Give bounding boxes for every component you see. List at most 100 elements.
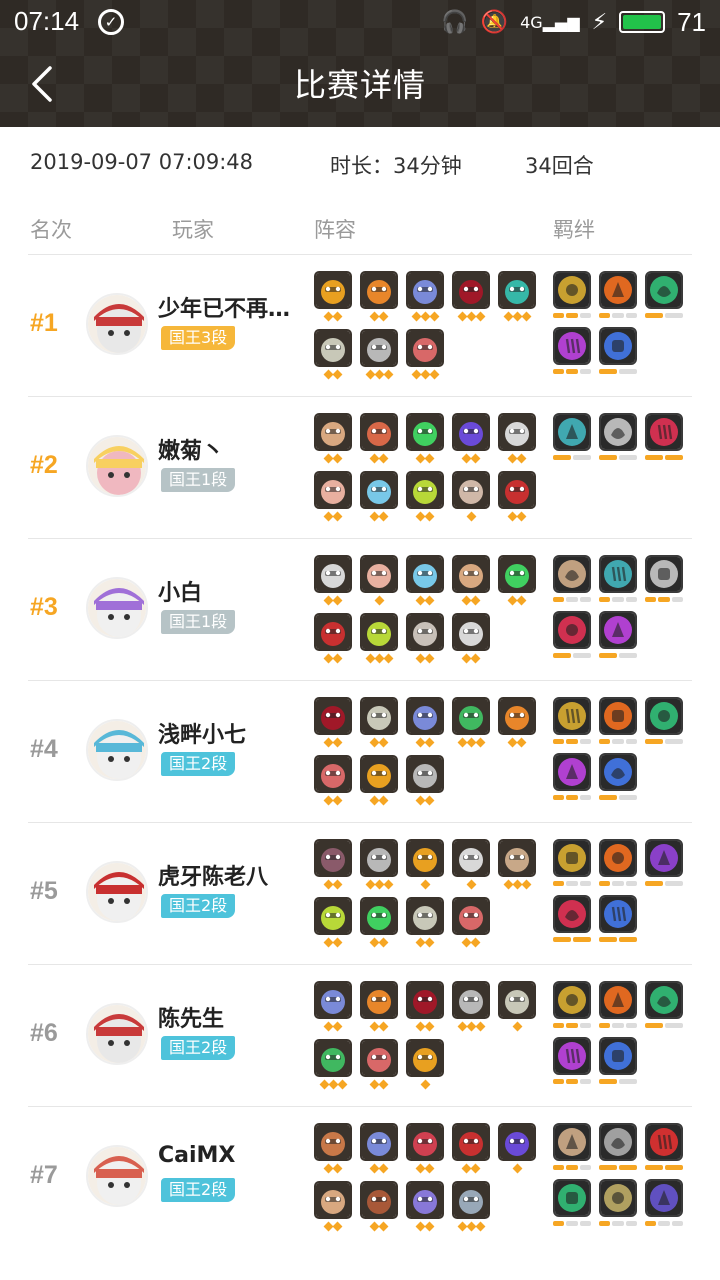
bond-emblem-icon[interactable] — [553, 1037, 591, 1075]
bond-emblem-icon[interactable] — [553, 1179, 591, 1217]
unit-portrait-icon[interactable] — [406, 839, 444, 877]
unit-portrait-icon[interactable] — [452, 613, 490, 651]
unit-portrait-icon[interactable] — [360, 329, 398, 367]
unit-portrait-icon[interactable] — [314, 1123, 352, 1161]
bond-emblem-icon[interactable] — [599, 895, 637, 933]
unit-portrait-icon[interactable] — [314, 839, 352, 877]
avatar[interactable] — [86, 719, 148, 781]
unit-portrait-icon[interactable] — [314, 697, 352, 735]
avatar[interactable] — [86, 1145, 148, 1207]
unit-portrait-icon[interactable] — [452, 1123, 490, 1161]
unit-portrait-icon[interactable] — [406, 613, 444, 651]
player-row[interactable]: #7 CaiMX 国王2段 — [28, 1106, 692, 1248]
unit-portrait-icon[interactable] — [360, 897, 398, 935]
unit-portrait-icon[interactable] — [406, 471, 444, 509]
unit-portrait-icon[interactable] — [406, 755, 444, 793]
bond-emblem-icon[interactable] — [645, 555, 683, 593]
bond-emblem-icon[interactable] — [645, 1123, 683, 1161]
bond-emblem-icon[interactable] — [599, 555, 637, 593]
unit-portrait-icon[interactable] — [498, 981, 536, 1019]
unit-portrait-icon[interactable] — [314, 271, 352, 309]
unit-portrait-icon[interactable] — [314, 897, 352, 935]
bond-emblem-icon[interactable] — [553, 753, 591, 791]
bond-emblem-icon[interactable] — [645, 981, 683, 1019]
unit-portrait-icon[interactable] — [498, 839, 536, 877]
unit-portrait-icon[interactable] — [406, 1039, 444, 1077]
bond-emblem-icon[interactable] — [599, 1179, 637, 1217]
unit-portrait-icon[interactable] — [498, 271, 536, 309]
unit-portrait-icon[interactable] — [360, 755, 398, 793]
unit-portrait-icon[interactable] — [314, 1039, 352, 1077]
bond-emblem-icon[interactable] — [553, 611, 591, 649]
bond-emblem-icon[interactable] — [599, 839, 637, 877]
unit-portrait-icon[interactable] — [360, 1039, 398, 1077]
bond-emblem-icon[interactable] — [553, 697, 591, 735]
unit-portrait-icon[interactable] — [452, 897, 490, 935]
unit-portrait-icon[interactable] — [452, 1181, 490, 1219]
unit-portrait-icon[interactable] — [314, 981, 352, 1019]
unit-portrait-icon[interactable] — [314, 555, 352, 593]
unit-portrait-icon[interactable] — [406, 413, 444, 451]
unit-portrait-icon[interactable] — [406, 271, 444, 309]
bond-emblem-icon[interactable] — [645, 271, 683, 309]
bond-emblem-icon[interactable] — [553, 413, 591, 451]
player-row[interactable]: #2 嫩菊丶 国王1段 — [28, 396, 692, 538]
bond-emblem-icon[interactable] — [599, 697, 637, 735]
avatar[interactable] — [86, 577, 148, 639]
bond-emblem-icon[interactable] — [553, 327, 591, 365]
unit-portrait-icon[interactable] — [498, 471, 536, 509]
unit-portrait-icon[interactable] — [498, 1123, 536, 1161]
unit-portrait-icon[interactable] — [452, 555, 490, 593]
unit-portrait-icon[interactable] — [452, 981, 490, 1019]
bond-emblem-icon[interactable] — [553, 1123, 591, 1161]
unit-portrait-icon[interactable] — [314, 413, 352, 451]
unit-portrait-icon[interactable] — [406, 981, 444, 1019]
bond-emblem-icon[interactable] — [553, 895, 591, 933]
bond-emblem-icon[interactable] — [599, 1123, 637, 1161]
bond-emblem-icon[interactable] — [599, 981, 637, 1019]
unit-portrait-icon[interactable] — [360, 839, 398, 877]
unit-portrait-icon[interactable] — [452, 413, 490, 451]
avatar[interactable] — [86, 293, 148, 355]
unit-portrait-icon[interactable] — [406, 329, 444, 367]
player-row[interactable]: #5 虎牙陈老八 国王2段 — [28, 822, 692, 964]
unit-portrait-icon[interactable] — [406, 697, 444, 735]
unit-portrait-icon[interactable] — [360, 1181, 398, 1219]
unit-portrait-icon[interactable] — [360, 697, 398, 735]
bond-emblem-icon[interactable] — [599, 327, 637, 365]
player-row[interactable]: #4 浅畔小七 国王2段 — [28, 680, 692, 822]
bond-emblem-icon[interactable] — [599, 1037, 637, 1075]
unit-portrait-icon[interactable] — [406, 555, 444, 593]
unit-portrait-icon[interactable] — [314, 755, 352, 793]
unit-portrait-icon[interactable] — [452, 697, 490, 735]
unit-portrait-icon[interactable] — [498, 697, 536, 735]
unit-portrait-icon[interactable] — [452, 471, 490, 509]
bond-emblem-icon[interactable] — [599, 271, 637, 309]
unit-portrait-icon[interactable] — [360, 471, 398, 509]
avatar[interactable] — [86, 1003, 148, 1065]
unit-portrait-icon[interactable] — [360, 613, 398, 651]
unit-portrait-icon[interactable] — [406, 1123, 444, 1161]
bond-emblem-icon[interactable] — [645, 697, 683, 735]
unit-portrait-icon[interactable] — [314, 1181, 352, 1219]
unit-portrait-icon[interactable] — [314, 613, 352, 651]
bond-emblem-icon[interactable] — [645, 839, 683, 877]
unit-portrait-icon[interactable] — [360, 413, 398, 451]
avatar[interactable] — [86, 861, 148, 923]
bond-emblem-icon[interactable] — [599, 413, 637, 451]
avatar[interactable] — [86, 435, 148, 497]
unit-portrait-icon[interactable] — [452, 839, 490, 877]
unit-portrait-icon[interactable] — [360, 1123, 398, 1161]
bond-emblem-icon[interactable] — [599, 611, 637, 649]
player-row[interactable]: #1 少年已不再… 国王3段 — [28, 254, 692, 396]
player-row[interactable]: #3 小白 国王1段 — [28, 538, 692, 680]
bond-emblem-icon[interactable] — [553, 555, 591, 593]
unit-portrait-icon[interactable] — [498, 413, 536, 451]
unit-portrait-icon[interactable] — [314, 471, 352, 509]
bond-emblem-icon[interactable] — [645, 413, 683, 451]
unit-portrait-icon[interactable] — [314, 329, 352, 367]
player-row[interactable]: #6 陈先生 国王2段 — [28, 964, 692, 1106]
unit-portrait-icon[interactable] — [452, 271, 490, 309]
unit-portrait-icon[interactable] — [360, 981, 398, 1019]
unit-portrait-icon[interactable] — [406, 897, 444, 935]
